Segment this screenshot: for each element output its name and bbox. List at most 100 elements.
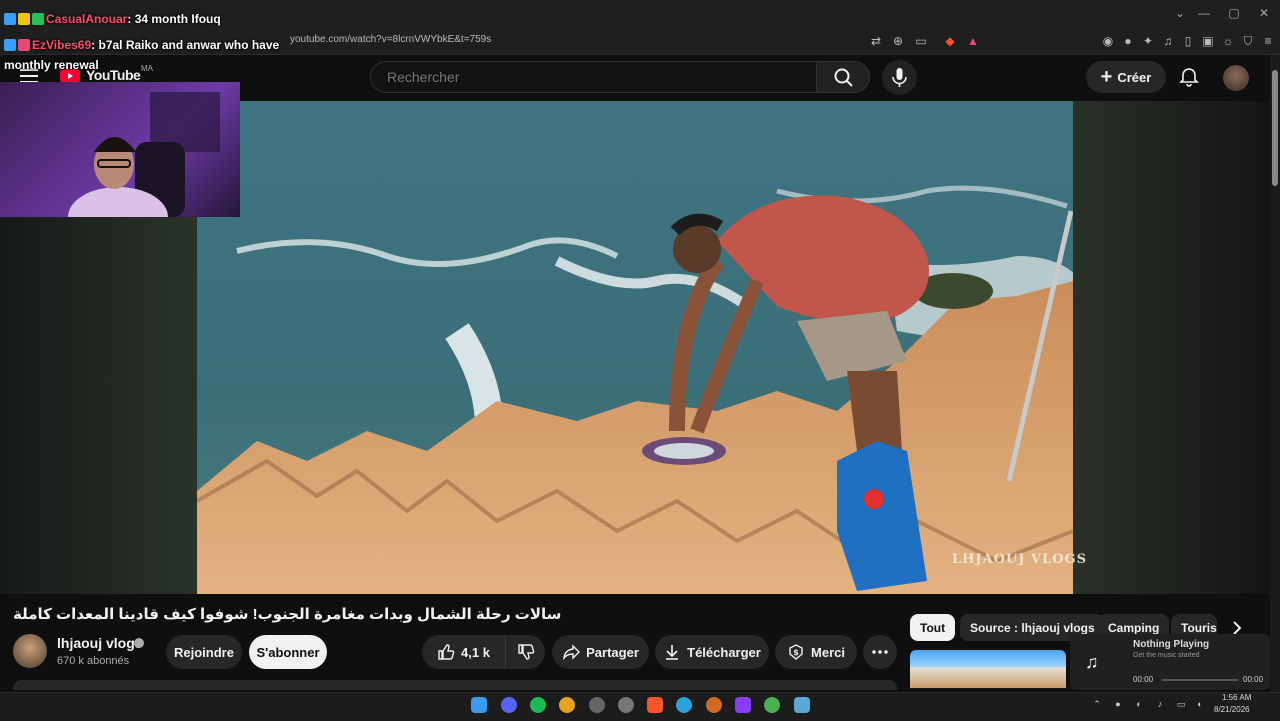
- like-button[interactable]: 4,1 k: [422, 635, 505, 669]
- windows-taskbar: [0, 692, 1280, 721]
- chat-username: EzVibes69: [32, 38, 92, 52]
- now-playing-end: 00:00: [1243, 675, 1264, 684]
- chat-username: CasualAnouar: [46, 12, 128, 26]
- music-extension-icon[interactable]: ♫: [1160, 33, 1176, 49]
- ambient-right: [1073, 101, 1280, 594]
- extension-globe-icon[interactable]: ◉: [1100, 33, 1116, 49]
- super-thanks-icon: $: [789, 644, 803, 660]
- chat-badge-icon: [4, 13, 16, 25]
- wallet-icon[interactable]: ▣: [1200, 33, 1216, 49]
- app-icon[interactable]: [706, 697, 722, 713]
- microphone-icon: [892, 68, 907, 87]
- thumbs-down-icon: [517, 644, 534, 660]
- more-horizontal-icon: [872, 650, 888, 654]
- plus-icon: +: [1100, 66, 1113, 88]
- app-icon[interactable]: [735, 697, 751, 713]
- subscribe-button[interactable]: S'abonner: [249, 635, 327, 669]
- start-icon[interactable]: [471, 697, 487, 713]
- tray-volume-icon[interactable]: ◖: [1194, 699, 1204, 709]
- more-actions-button[interactable]: [863, 635, 897, 669]
- recommended-video-thumbnail[interactable]: [910, 650, 1066, 688]
- search-icon: [834, 68, 853, 87]
- maximize-icon[interactable]: ▢: [1222, 4, 1246, 22]
- create-button[interactable]: + Créer: [1086, 61, 1166, 93]
- streamer-webcam: [0, 82, 240, 217]
- dislike-button[interactable]: [505, 635, 545, 669]
- chrome-icon[interactable]: [559, 697, 575, 713]
- tray-mic-icon[interactable]: ♪: [1155, 699, 1165, 709]
- thanks-label: Merci: [811, 644, 845, 660]
- share-button[interactable]: Partager: [552, 635, 649, 669]
- tray-network-icon[interactable]: ▭: [1176, 699, 1186, 709]
- tray-chevron-icon[interactable]: ⌃: [1092, 699, 1102, 709]
- music-note-icon: ♫: [1085, 652, 1099, 672]
- search-input[interactable]: [385, 68, 789, 86]
- account-avatar[interactable]: [1223, 65, 1249, 91]
- search-box[interactable]: [370, 61, 816, 93]
- menu-icon[interactable]: ≡: [1260, 33, 1276, 49]
- obs-icon[interactable]: [589, 697, 605, 713]
- chat-message: : 34 month Ifouq: [127, 12, 221, 26]
- video-title: سالات رحلة الشمال وبدات مغامرة الجنوب! ش…: [13, 606, 562, 623]
- tray-app-icon[interactable]: ◐: [1134, 699, 1144, 709]
- chat-badge-icon: [18, 13, 30, 25]
- zoom-icon[interactable]: ⊕: [890, 33, 906, 49]
- video-player[interactable]: [197, 101, 1073, 594]
- video-watermark: LHJAOUJ VLOGS: [952, 552, 1088, 567]
- chat-badge-icon: [32, 13, 44, 25]
- desktop-app-icon[interactable]: [794, 697, 810, 713]
- now-playing-title: Nothing Playing: [1133, 639, 1210, 650]
- vpn-icon[interactable]: ⛉: [1240, 33, 1256, 49]
- cast-icon[interactable]: ▭: [913, 33, 929, 49]
- channel-name[interactable]: lhjaouj vlogs: [57, 635, 143, 651]
- discord-icon[interactable]: [501, 697, 517, 713]
- download-button[interactable]: Télécharger: [655, 635, 769, 669]
- now-playing-progress[interactable]: [1162, 679, 1238, 681]
- minimize-icon[interactable]: —: [1192, 4, 1216, 22]
- translate-icon[interactable]: ⇄: [868, 33, 884, 49]
- share-label: Partager: [586, 644, 639, 660]
- spotify-icon[interactable]: [530, 697, 546, 713]
- brave-rewards-icon[interactable]: ▲: [965, 33, 981, 49]
- chat-badge-icon: [18, 39, 30, 51]
- chat-line: EzVibes69: b7al Raiko and anwar who have…: [4, 35, 299, 75]
- url-field[interactable]: youtube.com/watch?v=8lcrnVWYbkE&t=759s: [290, 34, 491, 45]
- leo-icon[interactable]: ☼: [1220, 33, 1236, 49]
- download-icon: [666, 645, 679, 660]
- chat-badge-icon: [4, 39, 16, 51]
- notifications-bell-icon[interactable]: [1178, 66, 1200, 88]
- download-label: Télécharger: [687, 644, 761, 660]
- now-playing-start: 00:00: [1133, 675, 1154, 684]
- thumbs-up-icon: [438, 644, 455, 660]
- subscriber-count: 670 k abonnés: [57, 655, 130, 667]
- tray-discord-icon[interactable]: ●: [1113, 699, 1123, 709]
- puzzle-icon[interactable]: ✦: [1140, 33, 1156, 49]
- join-button[interactable]: Rejoindre: [166, 635, 242, 669]
- voice-search-button[interactable]: [882, 60, 917, 95]
- brave-shield-icon[interactable]: ◆: [942, 33, 958, 49]
- sidebar-icon[interactable]: ▯: [1180, 33, 1196, 49]
- github-icon[interactable]: [618, 697, 634, 713]
- verified-icon: [134, 638, 144, 648]
- clock-time[interactable]: 1:56 AM: [1222, 693, 1251, 702]
- telegram-icon[interactable]: [676, 697, 692, 713]
- channel-avatar[interactable]: [13, 634, 47, 668]
- clock-date[interactable]: 8/21/2026: [1214, 705, 1250, 714]
- svg-text:$: $: [793, 648, 799, 657]
- scrollbar-thumb[interactable]: [1272, 70, 1278, 186]
- tab-list-icon[interactable]: ⌄: [1168, 4, 1192, 22]
- chrome-active-icon[interactable]: [764, 697, 780, 713]
- like-count: 4,1 k: [461, 644, 490, 660]
- extension-icon[interactable]: ●: [1120, 33, 1136, 49]
- share-icon: [563, 644, 581, 661]
- video-frame: [197, 101, 1073, 594]
- thanks-button[interactable]: $ Merci: [775, 635, 857, 669]
- chip-all[interactable]: Tout: [910, 614, 956, 641]
- brave-icon[interactable]: [647, 697, 663, 713]
- now-playing-subtitle: Get the music started: [1133, 652, 1200, 659]
- create-label: Créer: [1117, 69, 1152, 85]
- search-button[interactable]: [816, 61, 870, 93]
- close-window-icon[interactable]: ✕: [1252, 4, 1276, 22]
- description-panel[interactable]: [13, 680, 897, 690]
- chat-line: CasualAnouar: 34 month Ifouq: [4, 12, 221, 26]
